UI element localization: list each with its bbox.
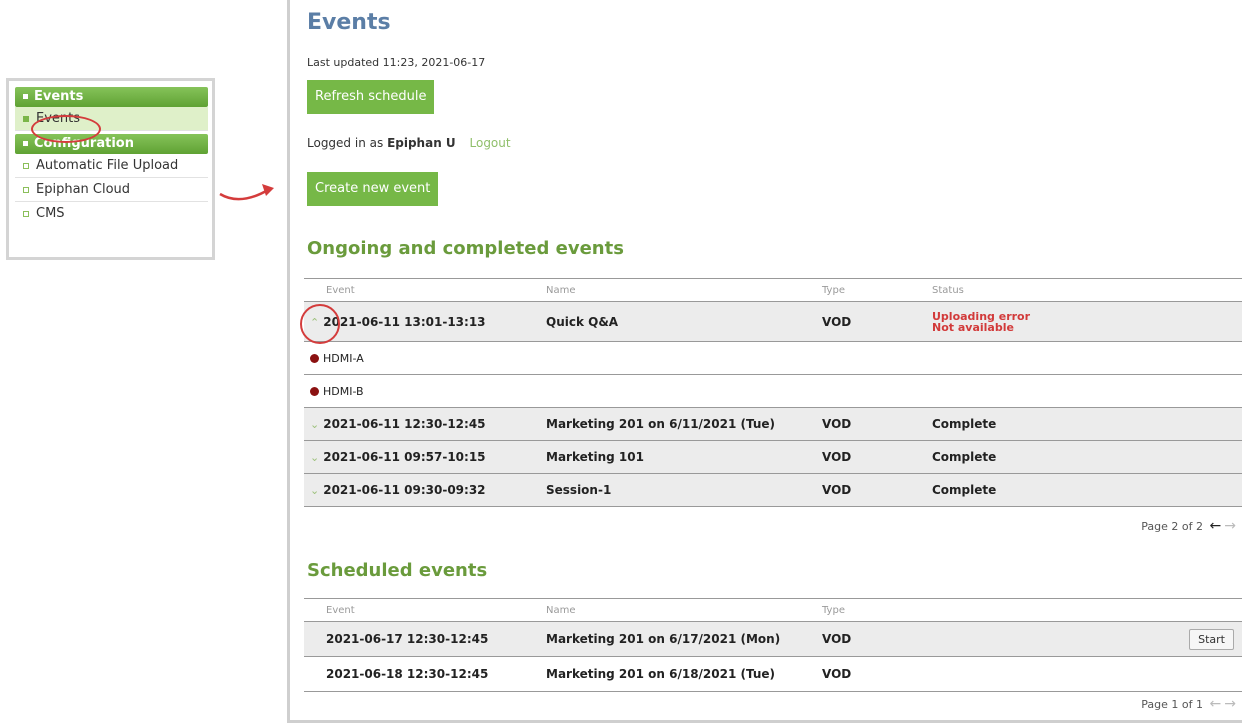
status-error: Uploading error xyxy=(932,309,1031,323)
sidebar-item-automatic-file-upload[interactable]: Automatic File Upload xyxy=(15,154,208,178)
event-cell: ⌃ 2021-06-11 13:01-13:13 xyxy=(304,301,546,342)
event-type: VOD xyxy=(822,440,932,474)
column-header-event: Event xyxy=(304,278,546,302)
recording-dot-icon xyxy=(310,354,319,363)
scheduled-pager: Page 1 of 1 ← → xyxy=(1141,696,1236,712)
table-row: 2021-06-18 12:30-12:45 Marketing 201 on … xyxy=(304,656,1242,692)
event-type: VOD xyxy=(822,656,932,692)
annotation-circle xyxy=(31,115,101,143)
square-bullet-icon xyxy=(23,141,28,146)
action-cell: Start xyxy=(932,621,1242,657)
column-header-status: Status xyxy=(932,278,1242,302)
column-header-action xyxy=(932,598,1242,622)
event-time: 2021-06-18 12:30-12:45 xyxy=(304,656,546,692)
event-time: 2021-06-11 09:57-10:15 xyxy=(323,450,486,464)
table-row[interactable]: ⌄ 2021-06-11 09:30-09:32 Session-1 VOD Co… xyxy=(304,473,1242,507)
chevron-down-icon[interactable]: ⌄ xyxy=(310,418,319,431)
event-cell: ⌄ 2021-06-11 12:30-12:45 xyxy=(304,407,546,441)
source-label: HDMI-A xyxy=(323,351,364,365)
event-type: VOD xyxy=(822,621,932,657)
column-header-name: Name xyxy=(546,598,822,622)
login-status: Logged in as Epiphan U Logout xyxy=(307,136,511,150)
table-row[interactable]: ⌃ 2021-06-11 13:01-13:13 Quick Q&A VOD Up… xyxy=(304,301,1242,342)
start-button[interactable]: Start xyxy=(1189,628,1234,650)
event-name: Marketing 201 on 6/17/2021 (Mon) xyxy=(546,621,822,657)
arrow-right-icon[interactable]: → xyxy=(1224,696,1236,712)
bullet-icon xyxy=(23,115,29,122)
event-status: Complete xyxy=(932,473,1242,507)
sidebar-item-cms[interactable]: CMS xyxy=(15,202,208,225)
column-header-event: Event xyxy=(304,598,546,622)
table-row[interactable]: ⌄ 2021-06-11 12:30-12:45 Marketing 201 on… xyxy=(304,407,1242,441)
status-detail: Not available xyxy=(932,320,1014,334)
event-type: VOD xyxy=(822,301,932,342)
event-time: 2021-06-17 12:30-12:45 xyxy=(304,621,546,657)
chevron-down-icon[interactable]: ⌄ xyxy=(310,451,319,464)
source-cell: HDMI-B xyxy=(304,374,1242,408)
column-header-name: Name xyxy=(546,278,822,302)
sidebar-item-label: CMS xyxy=(36,206,65,221)
username: Epiphan U xyxy=(387,136,456,150)
event-time: 2021-06-11 13:01-13:13 xyxy=(323,314,486,329)
last-updated-text: Last updated 11:23, 2021-06-17 xyxy=(307,56,486,69)
create-new-event-button[interactable]: Create new event xyxy=(307,172,439,206)
event-cell: ⌄ 2021-06-11 09:57-10:15 xyxy=(304,440,546,474)
ongoing-events-title: Ongoing and completed events xyxy=(307,238,624,259)
event-name: Marketing 101 xyxy=(546,440,822,474)
table-row: 2021-06-17 12:30-12:45 Marketing 201 on … xyxy=(304,621,1242,657)
sidebar: Events Events Configuration Automatic Fi… xyxy=(6,78,215,260)
arrow-left-icon[interactable]: ← xyxy=(1210,696,1222,712)
scheduled-events-table: Event Name Type 2021-06-17 12:30-12:45 M… xyxy=(304,598,1242,692)
bullet-icon xyxy=(23,210,29,217)
event-name: Marketing 201 on 6/18/2021 (Tue) xyxy=(546,656,822,692)
bullet-icon xyxy=(23,186,29,193)
event-type: VOD xyxy=(822,473,932,507)
logout-link[interactable]: Logout xyxy=(470,136,511,150)
event-name: Session-1 xyxy=(546,473,822,507)
callout-arrow-icon xyxy=(219,184,274,201)
event-time: 2021-06-11 12:30-12:45 xyxy=(323,417,486,431)
sidebar-item-label: Epiphan Cloud xyxy=(36,182,131,197)
event-type: VOD xyxy=(822,407,932,441)
table-row[interactable]: ⌄ 2021-06-11 09:57-10:15 Marketing 101 VO… xyxy=(304,440,1242,474)
events-panel: Events Last updated 11:23, 2021-06-17 Re… xyxy=(287,0,1242,723)
event-name: Marketing 201 on 6/11/2021 (Tue) xyxy=(546,407,822,441)
bullet-icon xyxy=(23,162,29,169)
event-name: Quick Q&A xyxy=(546,301,822,342)
scheduled-events-title: Scheduled events xyxy=(307,560,488,581)
page-title: Events xyxy=(307,10,391,35)
event-status: Complete xyxy=(932,407,1242,441)
source-row: HDMI-B xyxy=(304,374,1242,408)
sidebar-section-label: Events xyxy=(34,89,84,104)
table-header-row: Event Name Type Status xyxy=(304,278,1242,302)
sidebar-item-epiphan-cloud[interactable]: Epiphan Cloud xyxy=(15,178,208,202)
arrow-right-icon[interactable]: → xyxy=(1224,518,1236,534)
annotation-circle xyxy=(300,304,340,344)
source-cell: HDMI-A xyxy=(304,341,1242,375)
arrow-left-icon[interactable]: ← xyxy=(1210,518,1222,534)
ongoing-pager: Page 2 of 2 ← → xyxy=(1141,518,1236,534)
action-cell xyxy=(932,656,1242,692)
event-status: Complete xyxy=(932,440,1242,474)
chevron-down-icon[interactable]: ⌄ xyxy=(310,484,319,497)
table-header-row: Event Name Type xyxy=(304,598,1242,622)
source-label: HDMI-B xyxy=(323,384,364,398)
event-cell: ⌄ 2021-06-11 09:30-09:32 xyxy=(304,473,546,507)
page-indicator: Page 2 of 2 xyxy=(1141,520,1204,533)
logged-in-label: Logged in as xyxy=(307,136,384,150)
sidebar-item-label: Automatic File Upload xyxy=(36,158,179,173)
column-header-type: Type xyxy=(822,598,932,622)
page-indicator: Page 1 of 1 xyxy=(1141,698,1204,711)
source-row: HDMI-A xyxy=(304,341,1242,375)
event-time: 2021-06-11 09:30-09:32 xyxy=(323,483,486,497)
column-header-type: Type xyxy=(822,278,932,302)
ongoing-events-table: Event Name Type Status ⌃ 2021-06-11 13:01… xyxy=(304,278,1242,507)
recording-dot-icon xyxy=(310,387,319,396)
refresh-schedule-button[interactable]: Refresh schedule xyxy=(307,80,435,114)
square-bullet-icon xyxy=(23,94,28,99)
event-status: Uploading error Not available xyxy=(932,301,1242,342)
sidebar-section-events[interactable]: Events xyxy=(15,87,208,107)
